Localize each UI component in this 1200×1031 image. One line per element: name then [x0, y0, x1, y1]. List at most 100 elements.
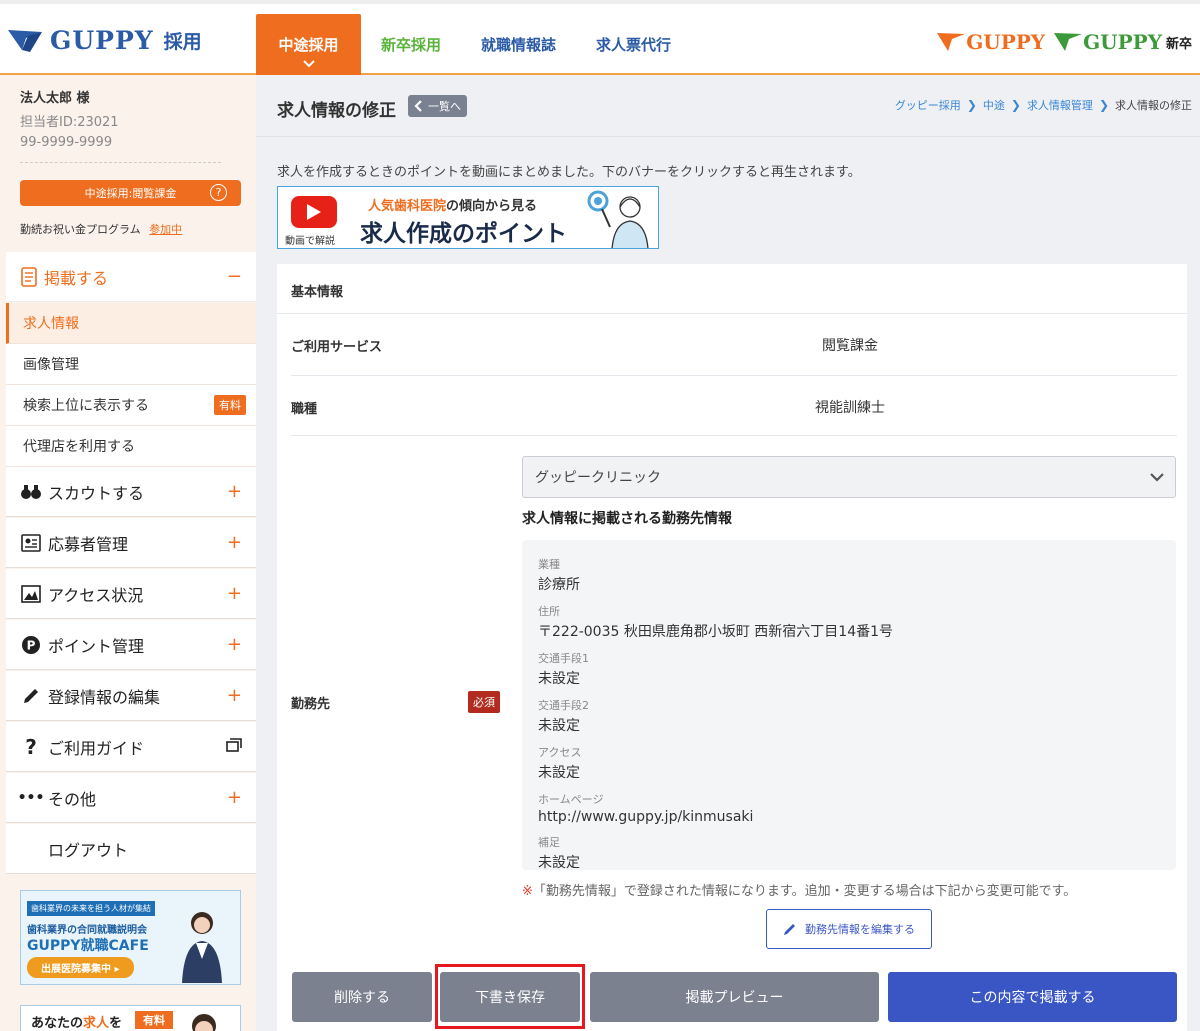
divider [20, 162, 221, 163]
pencil-icon [20, 686, 42, 706]
row-service: ご利用サービス 閲覧課金 [291, 314, 1177, 376]
info-key: 補足 [538, 836, 560, 849]
sidebar-item-access[interactable]: アクセス状況 + [6, 569, 256, 619]
sidebar-item-agency[interactable]: 代理店を利用する [6, 426, 256, 467]
pencil-icon [784, 924, 795, 935]
person-illustration-icon [182, 912, 222, 983]
info-key: 交通手段2 [538, 699, 589, 712]
sidebar-item-other[interactable]: ••• その他 + [6, 773, 256, 823]
sidebar-item-label: その他 [48, 789, 97, 809]
sidebar-item-label: ポイント管理 [48, 636, 145, 656]
video-subtitle-rest: の傾向から見る [446, 199, 538, 214]
breadcrumb-link[interactable]: 求人情報管理 [1027, 97, 1093, 113]
partner-logos: GUPPY GUPPY 新卒 [936, 30, 1192, 54]
breadcrumb: グッピー採用 ❯ 中途 ❯ 求人情報管理 ❯ 求人情報の修正 [895, 97, 1192, 113]
workplace-note: ※「勤務先情報」で登録された情報になります。追加・変更する場合は下記から変更可能… [522, 880, 1076, 899]
sidebar-item-job-info[interactable]: 求人情報 [6, 303, 256, 344]
info-value: http://www.guppy.jp/kinmusaki [538, 809, 754, 825]
sidebar-item-scout[interactable]: スカウトする + [6, 467, 256, 517]
workplace-info-box: 業種 診療所 住所 〒222-0035 秋田県鹿角郡小坂町 西新宿六丁目14番1… [522, 540, 1176, 871]
note-text: 「勤務先情報」で登録された情報になります。追加・変更する場合は下記から変更可能で… [532, 884, 1077, 899]
banner-text: あなたの求人を [31, 1012, 122, 1031]
banner-cta: 出展医院募集中 ▸ [27, 957, 134, 978]
publish-button[interactable]: この内容で掲載する [888, 972, 1177, 1022]
guppy-logo[interactable]: GUPPY 採用 [6, 26, 202, 55]
applicant-card-icon [20, 533, 42, 553]
guppy-newgrad-logo[interactable]: GUPPY 新卒 [1053, 30, 1192, 54]
plan-label: 中途採用:閲覧課金 [84, 187, 177, 200]
sidebar-item-applicants[interactable]: 応募者管理 + [6, 518, 256, 568]
expand-icon[interactable]: + [227, 583, 242, 604]
expand-icon[interactable]: + [227, 532, 242, 553]
info-value: 診療所 [538, 577, 580, 593]
chevron-down-icon [1149, 467, 1165, 491]
note-mark: ※ [522, 884, 533, 899]
tab-job-sheet-agency[interactable]: 求人票代行 [576, 14, 691, 75]
video-caption: 動画で解説 [285, 236, 335, 247]
sidebar-item-logout[interactable]: ログアウト [6, 824, 256, 874]
tab-label: 中途採用 [278, 36, 339, 54]
video-subtitle-em: 人気歯科医院 [368, 199, 447, 214]
sidebar-item-label: スカウトする [48, 483, 145, 503]
sidebar-item-label: ご利用ガイド [48, 738, 145, 758]
guppy-logo-orange[interactable]: GUPPY [936, 30, 1045, 54]
sidebar-item-images[interactable]: 画像管理 [6, 344, 256, 385]
logo-suffix: 新卒 [1165, 36, 1192, 52]
tab-new-graduate[interactable]: 新卒採用 [361, 14, 461, 75]
breadcrumb-link[interactable]: 中途 [983, 97, 1005, 113]
breadcrumb-current: 求人情報の修正 [1115, 99, 1192, 112]
banner-subtitle: 歯科業界の合同就職説明会 [27, 925, 147, 936]
video-subtitle: 人気歯科医院の傾向から見る [368, 195, 537, 214]
sidebar-item-label: ログアウト [48, 840, 129, 860]
expand-icon[interactable]: + [227, 481, 242, 502]
info-key: 交通手段1 [538, 652, 589, 665]
banner-text-em: 求人 [83, 1016, 110, 1031]
chevron-left-icon [414, 100, 422, 112]
logo-text: GUPPY [1083, 30, 1162, 54]
back-label: 一覧へ [428, 100, 461, 113]
back-to-list-button[interactable]: 一覧へ [408, 95, 467, 117]
video-banner[interactable]: 動画で解説 人気歯科医院の傾向から見る 求人作成のポイント [277, 186, 659, 249]
job-type-value: 視能訓練士 [815, 400, 885, 416]
person-illustration-icon [192, 1014, 216, 1031]
card-title: 基本情報 [277, 264, 1187, 314]
edit-workplace-label: 勤務先情報を編集する [805, 923, 915, 936]
workplace-select[interactable]: グッピークリニック [522, 456, 1176, 498]
expand-icon[interactable]: + [227, 685, 242, 706]
sidebar-item-points[interactable]: P ポイント管理 + [6, 620, 256, 670]
page-title: 求人情報の修正 [277, 101, 396, 121]
sidebar-item-label: 応募者管理 [48, 534, 129, 554]
guppy-fish-icon [8, 29, 42, 52]
program-link[interactable]: 参加中 [149, 223, 182, 236]
program-status: 勤続お祝い金プログラム 参加中 [20, 221, 236, 237]
banner-tagline: 歯科業界の未来を担う人材が集結 [27, 901, 155, 916]
help-icon[interactable]: ? [210, 184, 227, 201]
sidebar-item-edit-registration[interactable]: 登録情報の編集 + [6, 671, 256, 721]
play-icon [291, 196, 337, 228]
page-header: 求人情報の修正 一覧へ グッピー採用 ❯ 中途 ❯ 求人情報管理 ❯ 求人情報の… [256, 75, 1200, 137]
breadcrumb-link[interactable]: グッピー採用 [895, 97, 961, 113]
expand-icon[interactable]: + [227, 634, 242, 655]
sidebar-item-boost[interactable]: 検索上位に表示する 有料 [6, 385, 256, 426]
job-ad-banner[interactable]: あなたの求人を 有料 [20, 1005, 241, 1031]
delete-button[interactable]: 削除する [292, 972, 432, 1022]
info-value: 未設定 [538, 718, 580, 734]
info-key: 業種 [538, 558, 560, 571]
edit-workplace-button[interactable]: 勤務先情報を編集する [766, 909, 932, 949]
sidebar-item-label: 登録情報の編集 [48, 687, 161, 707]
chart-image-icon [20, 584, 42, 604]
tab-job-magazine[interactable]: 就職情報誌 [461, 14, 576, 75]
menu-post[interactable]: 掲載する − [6, 252, 256, 302]
plan-button[interactable]: 中途採用:閲覧課金 ? [20, 180, 241, 206]
info-value: 未設定 [538, 855, 580, 871]
binoculars-icon [20, 482, 42, 502]
collapse-icon[interactable]: − [227, 266, 242, 287]
banner-title: GUPPY就職CAFE [27, 938, 149, 954]
preview-button[interactable]: 掲載プレビュー [590, 972, 879, 1022]
tab-midcareer[interactable]: 中途採用 [256, 14, 361, 75]
sidebar-item-guide[interactable]: ? ご利用ガイド [6, 722, 256, 772]
chevron-right-icon: ❯ [1010, 98, 1021, 112]
job-cafe-banner[interactable]: 歯科業界の未来を担う人材が集結 歯科業界の合同就職説明会 GUPPY就職CAFE… [20, 890, 241, 985]
chevron-down-icon [302, 58, 315, 71]
expand-icon[interactable]: + [227, 787, 242, 808]
